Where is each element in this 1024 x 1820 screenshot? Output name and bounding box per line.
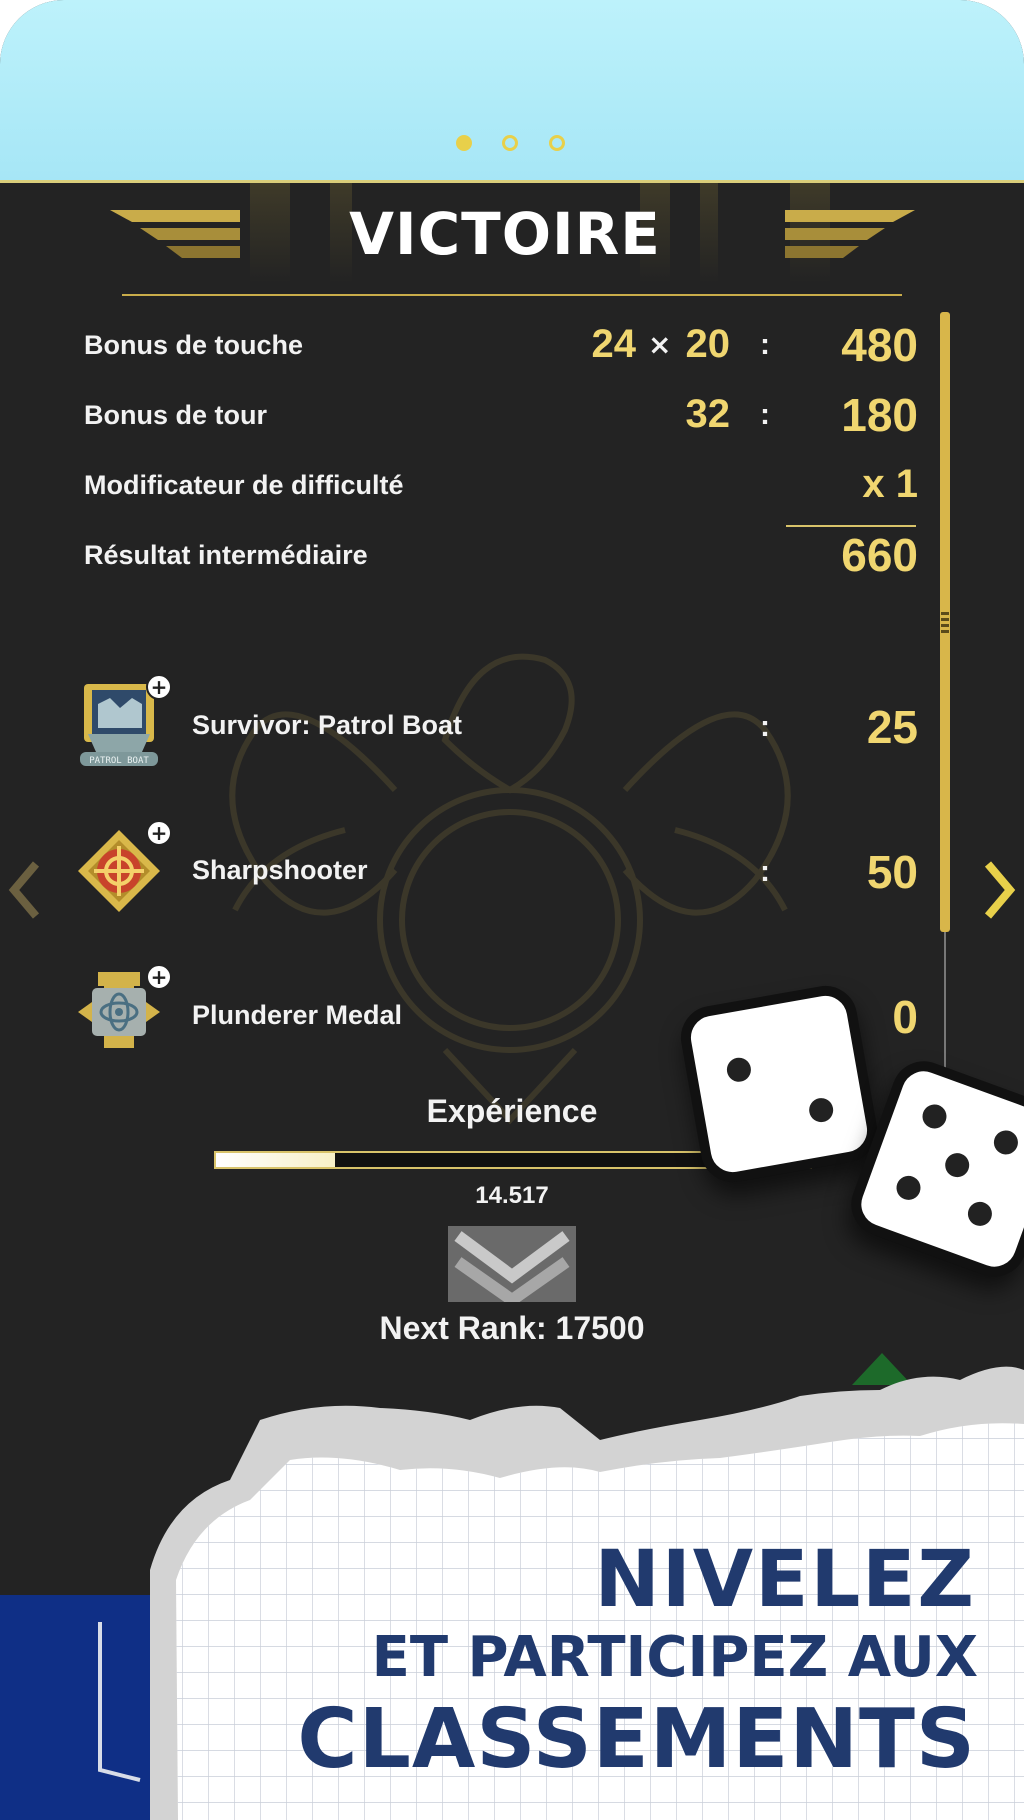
separator: :	[760, 855, 770, 888]
next-arrow-icon[interactable]	[982, 858, 1016, 922]
carousel-dot-3[interactable]	[549, 135, 565, 151]
achievement-name: Sharpshooter	[192, 855, 368, 885]
hit-bonus-value: 480	[841, 319, 918, 371]
score-label-difficulty: Modificateur de difficulté	[84, 470, 404, 500]
die-two-icon	[675, 980, 883, 1188]
hit-count: 24	[591, 322, 637, 366]
plus-badge-icon[interactable]: +	[146, 964, 172, 990]
hit-multiplier: 20	[685, 322, 731, 366]
plus-badge-icon[interactable]: +	[146, 674, 172, 700]
difficulty-modifier-value: x 1	[862, 462, 918, 506]
promo-headline-line3: CLASSEMENTS	[297, 1692, 976, 1787]
rank-wing-left-icon	[110, 210, 240, 258]
light-ray	[250, 183, 290, 283]
carousel-dot-1-active[interactable]	[456, 135, 472, 151]
sky-header	[0, 0, 1024, 182]
separator: :	[760, 398, 770, 431]
previous-arrow-icon[interactable]	[8, 858, 42, 922]
achievement-name: Survivor: Patrol Boat	[192, 710, 463, 740]
achievement-name: Plunderer Medal	[192, 1000, 403, 1030]
carousel-dot-2[interactable]	[502, 135, 518, 151]
turn-bonus-value: 180	[841, 389, 918, 441]
achievement-points: 50	[866, 846, 918, 898]
achievement-points: 25	[866, 701, 918, 753]
experience-value: 14.517	[475, 1182, 549, 1209]
times-sign: ×	[648, 328, 672, 361]
score-label-turn-bonus: Bonus de tour	[84, 400, 267, 430]
score-label-intermediate: Résultat intermédiaire	[84, 540, 368, 570]
promo-headline-line1: NIVELEZ	[594, 1535, 976, 1625]
score-label-hit-bonus: Bonus de touche	[84, 330, 304, 360]
app-screenshot-frame: VICTOIRE Bonus de touche 24 × 20 : 480 B…	[0, 0, 1024, 1820]
scrollbar-grip-icon[interactable]	[941, 612, 949, 634]
intermediate-result-value: 660	[841, 529, 918, 581]
plus-badge-icon[interactable]: +	[146, 820, 172, 846]
separator: :	[760, 328, 770, 361]
rank-chevron-icon	[448, 1226, 576, 1302]
rank-wing-right-icon	[785, 210, 915, 258]
separator: :	[760, 710, 770, 743]
experience-progress-fill	[216, 1153, 335, 1167]
promo-headline-line2: ET PARTICIPEZ AUX	[371, 1625, 978, 1690]
turn-count: 32	[685, 392, 731, 436]
victory-title: VICTOIRE	[349, 200, 661, 268]
title-underline	[122, 294, 902, 296]
patrol-boat-badge-label: PATROL BOAT	[89, 756, 149, 766]
next-rank-text: Next Rank: 17500	[379, 1310, 645, 1346]
subtotal-rule	[786, 525, 916, 527]
experience-label: Expérience	[426, 1093, 598, 1129]
